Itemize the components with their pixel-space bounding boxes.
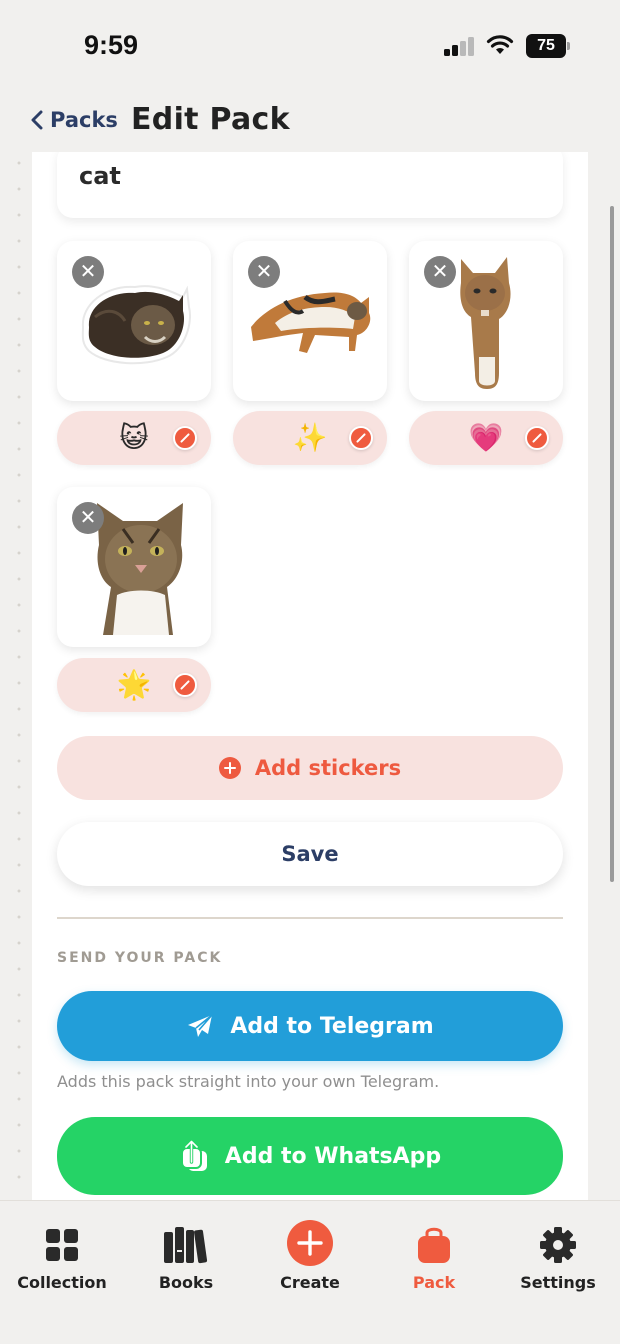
chevron-left-icon: [31, 110, 43, 130]
share-upload-icon: [180, 1139, 207, 1171]
telegram-hint: Adds this pack straight into your own Te…: [57, 1072, 440, 1091]
tab-settings[interactable]: Settings: [496, 1223, 620, 1292]
add-stickers-label: Add stickers: [254, 756, 402, 780]
notebook-dots: [14, 150, 24, 1200]
tab-create[interactable]: Create: [248, 1220, 372, 1292]
remove-sticker-button[interactable]: ✕: [72, 502, 104, 534]
tab-label: Settings: [520, 1273, 596, 1292]
sticker-emoji-pill[interactable]: 😺: [57, 411, 211, 465]
status-time: 9:59: [84, 30, 139, 60]
sticker-emoji-pill[interactable]: ✨: [233, 411, 387, 465]
sticker-tile[interactable]: ✕: [57, 241, 211, 401]
whatsapp-label: Add to WhatsApp: [224, 1143, 442, 1169]
bag-icon: [418, 1227, 450, 1263]
edit-emoji-icon[interactable]: [349, 426, 373, 450]
sticker-tile[interactable]: ✕: [409, 241, 563, 401]
add-stickers-button[interactable]: Add stickers: [57, 736, 563, 800]
section-label: SEND YOUR PACK: [57, 950, 223, 966]
sticker-cat-image: [97, 503, 183, 635]
sticker-cat-image: [460, 257, 511, 389]
edit-emoji-icon[interactable]: [525, 426, 549, 450]
plus-circle-icon: [218, 757, 241, 779]
sticker-cat-image: [251, 292, 371, 353]
tab-bar: Collection Books Create Pack Settings: [0, 1200, 620, 1344]
divider: [57, 917, 563, 919]
add-to-telegram-button[interactable]: Add to Telegram: [57, 991, 563, 1061]
edit-pack-card: cat ✕ 😺 ✕ ✨ ✕ 💗 ✕ 🌟 Add stickers Save SE…: [32, 152, 588, 1200]
wifi-icon: [486, 35, 514, 54]
battery-icon: 75: [526, 34, 570, 58]
scrollbar[interactable]: [610, 206, 614, 882]
page-title: Edit Pack: [131, 102, 290, 137]
remove-sticker-button[interactable]: ✕: [72, 256, 104, 288]
tab-label: Pack: [412, 1273, 456, 1292]
sticker-emoji-pill[interactable]: 🌟: [57, 658, 211, 712]
sticker-tile[interactable]: ✕: [233, 241, 387, 401]
sticker-tile[interactable]: ✕: [57, 487, 211, 647]
grid-icon: [46, 1229, 78, 1261]
cellular-signal-icon: [444, 36, 476, 56]
paper-plane-icon: [188, 1014, 213, 1037]
tab-books[interactable]: Books: [124, 1223, 248, 1292]
edit-emoji-icon[interactable]: [173, 426, 197, 450]
remove-sticker-button[interactable]: ✕: [424, 256, 456, 288]
edit-emoji-icon[interactable]: [173, 673, 197, 697]
add-to-whatsapp-button[interactable]: Add to WhatsApp: [57, 1117, 563, 1195]
nav-header: Packs Edit Pack: [0, 96, 620, 152]
telegram-label: Add to Telegram: [230, 1013, 434, 1039]
pack-name-field[interactable]: cat: [57, 152, 563, 218]
status-bar: 9:59 75: [0, 0, 620, 92]
tab-label: Collection: [17, 1273, 107, 1292]
remove-sticker-button[interactable]: ✕: [248, 256, 280, 288]
battery-level: 75: [526, 34, 566, 58]
back-label: Packs: [50, 108, 118, 132]
gear-icon: [540, 1227, 576, 1263]
save-button[interactable]: Save: [57, 822, 563, 886]
tab-collection[interactable]: Collection: [0, 1223, 124, 1292]
plus-circle-icon: [287, 1220, 333, 1266]
sticker-emoji-pill[interactable]: 💗: [409, 411, 563, 465]
books-icon: [164, 1227, 208, 1264]
tab-pack[interactable]: Pack: [372, 1223, 496, 1292]
back-button[interactable]: Packs: [30, 108, 118, 132]
tab-label: Books: [158, 1273, 214, 1292]
sticker-cat-image: [81, 285, 191, 365]
tab-label: Create: [280, 1273, 340, 1292]
